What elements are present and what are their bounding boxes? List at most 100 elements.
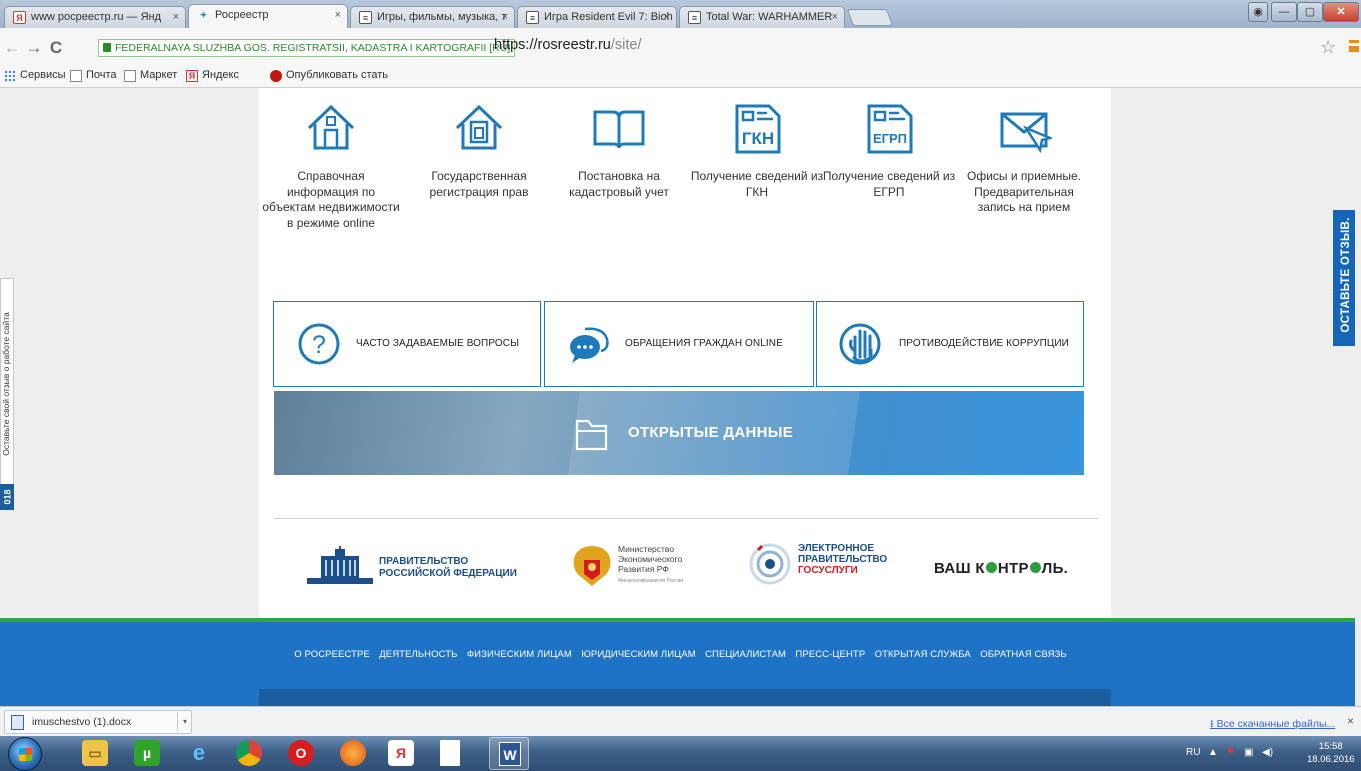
close-window-button[interactable]: ✕ bbox=[1323, 2, 1359, 22]
forward-arrow-icon[interactable]: → bbox=[24, 38, 44, 58]
quick-link-label: ЧАСТО ЗАДАВАЕМЫЕ ВОПРОСЫ bbox=[356, 338, 520, 349]
service-offices[interactable]: Офисы и приемные. Предварительная запись… bbox=[954, 88, 1094, 216]
house-icon bbox=[307, 104, 355, 150]
url-text[interactable]: https://rosreestr.ru/site/ bbox=[494, 37, 642, 53]
tab-label: Игра Resident Evil 7: Bioh bbox=[544, 11, 673, 23]
footer-nav: О РОСРЕЕСТРЕ ДЕЯТЕЛЬНОСТЬ ФИЗИЧЕСКИМ ЛИЦ… bbox=[0, 646, 1361, 660]
back-arrow-icon[interactable]: ← bbox=[2, 38, 22, 58]
rosreestr-favicon-icon: ✦ bbox=[199, 10, 208, 20]
folder-icon bbox=[575, 419, 608, 451]
word-taskbar-button[interactable]: W bbox=[489, 737, 529, 770]
all-downloads-link[interactable]: ⭳ Все скачанные файлы... bbox=[1210, 716, 1335, 734]
opera-icon[interactable]: O bbox=[288, 740, 314, 766]
browser-menu-icon[interactable] bbox=[1349, 40, 1359, 52]
chevron-down-icon[interactable]: ▾ bbox=[177, 712, 192, 732]
footer-link-about[interactable]: О РОСРЕЕСТРЕ bbox=[294, 649, 370, 660]
system-clock[interactable]: 15:58 18.06.2016 bbox=[1307, 740, 1355, 766]
your-control-logo[interactable]: ВАШ К НТР ЛЬ. bbox=[934, 560, 1068, 577]
bookmark-services[interactable]: Сервисы bbox=[4, 69, 66, 82]
tab-close-icon[interactable]: × bbox=[173, 7, 179, 27]
gosuslugi-logo[interactable]: ЭЛЕКТРОННОЕ ПРАВИТЕЛЬСТВО ГОСУСЛУГИ bbox=[748, 540, 898, 594]
network-icon[interactable]: ▣ bbox=[1244, 747, 1253, 758]
footer-link-feedback[interactable]: ОБРАТНАЯ СВЯЗЬ bbox=[980, 649, 1067, 660]
bookmark-star-icon[interactable]: ☆ bbox=[1320, 37, 1336, 58]
close-shelf-icon[interactable]: × bbox=[1347, 714, 1354, 728]
yandex-icon: Я bbox=[186, 70, 198, 82]
tray-expand-icon[interactable]: ▲ bbox=[1208, 747, 1218, 758]
tab-resident-evil[interactable]: ≡ Игра Resident Evil 7: Bioh × bbox=[517, 6, 677, 28]
scrollbar[interactable] bbox=[1355, 88, 1361, 706]
footer-link-open-service[interactable]: ОТКРЫТАЯ СЛУЖБА bbox=[875, 649, 971, 660]
econ-line3: Развития РФ bbox=[618, 564, 669, 574]
bookmark-yandex[interactable]: Я Яндекс bbox=[186, 69, 239, 82]
open-book-icon bbox=[593, 110, 645, 149]
explorer-icon[interactable]: ▭ bbox=[82, 740, 108, 766]
footer-link-specialists[interactable]: СПЕЦИАЛИСТАМ bbox=[705, 649, 786, 660]
security-indicator[interactable]: FEDERALNAYA SLUZHBA GOS. REGISTRATSII, K… bbox=[98, 39, 516, 57]
firefox-icon[interactable] bbox=[340, 740, 366, 766]
tab-close-icon[interactable]: × bbox=[832, 7, 838, 27]
yandex-browser-icon[interactable]: Я bbox=[388, 740, 414, 766]
service-label: Государственная регистрация прав bbox=[429, 169, 529, 199]
maximize-button[interactable]: ▢ bbox=[1297, 2, 1323, 22]
faq-link[interactable]: ? ЧАСТО ЗАДАВАЕМЫЕ ВОПРОСЫ bbox=[273, 301, 541, 387]
new-tab-button[interactable] bbox=[846, 9, 894, 26]
economy-ministry-logo[interactable]: Министерство Экономического Развития РФ … bbox=[570, 540, 720, 594]
gosuslugi-text: ЭЛЕКТРОННОЕ ПРАВИТЕЛЬСТВО ГОСУСЛУГИ bbox=[798, 543, 887, 576]
feedback-side-text: Оставьте свой отзыв о работе сайта bbox=[1, 312, 11, 456]
open-data-banner[interactable]: ОТКРЫТЫЕ ДАННЫЕ bbox=[274, 391, 1084, 475]
anticorruption-link[interactable]: ПРОТИВОДЕЙСТВИЕ КОРРУПЦИИ bbox=[816, 301, 1084, 387]
vk-part3: НТР bbox=[997, 560, 1029, 577]
tab-close-icon[interactable]: × bbox=[502, 7, 508, 27]
flag-icon[interactable]: ⚑ bbox=[1226, 747, 1235, 758]
tab-warhammer[interactable]: ≡ Total War: WARHAMMER × bbox=[679, 6, 845, 28]
tab-label: Игры, фильмы, музыка, т bbox=[377, 11, 507, 23]
download-shelf: imuschestvo (1).docx ▾ ⭳ Все скачанные ф… bbox=[0, 706, 1361, 736]
tab-label: Total War: WARHAMMER bbox=[706, 11, 833, 23]
bookmark-market[interactable]: Маркет bbox=[124, 69, 177, 82]
word-icon: W bbox=[499, 742, 521, 766]
footer-bar bbox=[259, 689, 1111, 706]
file-icon[interactable] bbox=[440, 740, 460, 766]
download-item[interactable]: imuschestvo (1).docx ▾ bbox=[4, 710, 192, 734]
vk-part2: К bbox=[975, 560, 985, 577]
volume-icon[interactable]: ◀) bbox=[1262, 747, 1273, 758]
citizen-appeals-link[interactable]: ОБРАЩЕНИЯ ГРАЖДАН ONLINE bbox=[544, 301, 814, 387]
service-label: Получение сведений из ГКН bbox=[690, 169, 824, 199]
minimize-button[interactable]: — bbox=[1271, 2, 1297, 22]
egrp-document-icon: ЕГРП bbox=[867, 104, 913, 154]
service-cadastral-registration[interactable]: Постановка на кадастровый учет bbox=[549, 88, 689, 200]
tab-label: www росреестр.ru — Янд bbox=[31, 11, 162, 23]
tab-yandex[interactable]: Я www росреестр.ru — Янд × bbox=[4, 6, 186, 28]
start-button[interactable] bbox=[8, 737, 42, 771]
user-icon[interactable]: ◉ bbox=[1248, 2, 1268, 22]
tab-games[interactable]: ≡ Игры, фильмы, музыка, т × bbox=[350, 6, 515, 28]
footer-link-activity[interactable]: ДЕЯТЕЛЬНОСТЬ bbox=[379, 649, 457, 660]
chrome-icon[interactable] bbox=[236, 740, 262, 766]
service-egrp-info[interactable]: ЕГРП Получение сведений из ЕГРП bbox=[819, 88, 959, 200]
bookmark-mail[interactable]: Почта bbox=[70, 69, 117, 82]
reload-icon[interactable]: C bbox=[46, 38, 66, 58]
internet-explorer-icon[interactable]: e bbox=[186, 740, 212, 766]
green-dot-icon bbox=[985, 562, 997, 573]
gov-line1: ПРАВИТЕЛЬСТВО bbox=[379, 556, 469, 567]
feedback-side-tab[interactable]: Оставьте свой отзыв о работе сайта 018 bbox=[0, 278, 14, 510]
service-gkn-info[interactable]: ГКН Получение сведений из ГКН bbox=[687, 88, 827, 200]
vk-part4: ЛЬ. bbox=[1041, 560, 1069, 577]
service-rights-registration[interactable]: Государственная регистрация прав bbox=[409, 88, 549, 200]
utorrent-icon[interactable]: µ bbox=[134, 740, 160, 766]
footer-link-press-center[interactable]: ПРЕСС-ЦЕНТР bbox=[795, 649, 865, 660]
tab-close-icon[interactable]: × bbox=[664, 7, 670, 27]
footer-link-legal-entities[interactable]: ЮРИДИЧЕСКИМ ЛИЦАМ bbox=[581, 649, 696, 660]
house-document-icon bbox=[455, 104, 503, 150]
footer-link-individuals[interactable]: ФИЗИЧЕСКИМ ЛИЦАМ bbox=[467, 649, 572, 660]
egov-line1: ЭЛЕКТРОННОЕ bbox=[798, 543, 875, 554]
gov-russia-logo[interactable]: ПРАВИТЕЛЬСТВО РОССИЙСКОЙ ФЕДЕРАЦИИ bbox=[307, 540, 537, 594]
tab-close-icon[interactable]: × bbox=[335, 5, 341, 25]
econ-line1: Министерство bbox=[618, 544, 675, 554]
service-reference-info[interactable]: Справочная информация по объектам недвиж… bbox=[261, 88, 401, 231]
tab-rosreestr[interactable]: ✦ Росреестр × bbox=[188, 4, 348, 28]
bookmark-publish[interactable]: Опубликовать стать bbox=[270, 69, 388, 82]
download-filename: imuschestvo (1).docx bbox=[32, 716, 132, 728]
language-indicator[interactable]: RU bbox=[1186, 747, 1200, 758]
